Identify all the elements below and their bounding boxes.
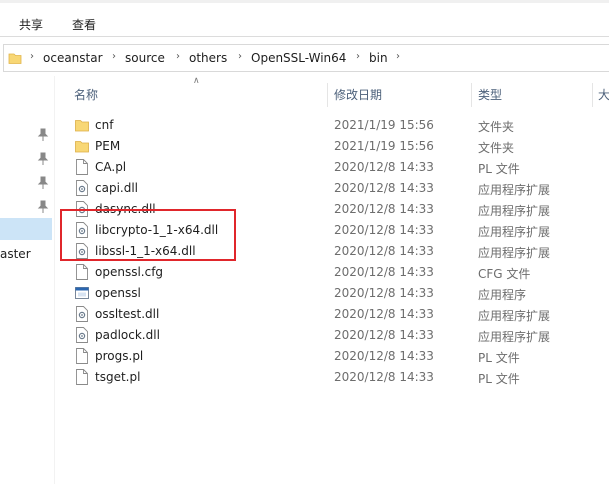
file-type: 应用程序扩展	[478, 183, 551, 197]
file-name: openssl	[95, 286, 141, 300]
file-type: 应用程序扩展	[478, 246, 551, 260]
pane-divider	[54, 76, 55, 484]
file-date: 2020/12/8 14:33	[334, 370, 434, 384]
file-type: 文件夹	[478, 120, 515, 134]
file-row[interactable]: capi.dll 2020/12/8 14:33 应用程序扩展	[66, 178, 609, 199]
tab-share[interactable]: 共享	[19, 16, 43, 33]
chevron-right-icon: ›	[176, 51, 180, 62]
file-row[interactable]: ossltest.dll 2020/12/8 14:33 应用程序扩展	[66, 304, 609, 325]
file-type: 应用程序扩展	[478, 204, 551, 218]
column-separator[interactable]	[327, 83, 328, 107]
nav-selected-item[interactable]	[0, 218, 52, 240]
pin-icon[interactable]	[37, 128, 49, 142]
file-icon	[76, 369, 88, 385]
file-date: 2021/1/19 15:56	[334, 139, 434, 153]
pin-icon[interactable]	[37, 200, 49, 214]
highlight-box	[60, 209, 236, 261]
dll-icon	[76, 327, 88, 343]
pin-icon[interactable]	[37, 152, 49, 166]
pin-icon[interactable]	[37, 176, 49, 190]
file-name: cnf	[95, 118, 114, 132]
file-row[interactable]: cnf 2021/1/19 15:56 文件夹	[66, 115, 609, 136]
file-type: 应用程序	[478, 288, 527, 302]
dll-icon	[76, 180, 88, 196]
file-date: 2020/12/8 14:33	[334, 244, 434, 258]
chevron-right-icon: ›	[356, 51, 360, 62]
file-date: 2021/1/19 15:56	[334, 118, 434, 132]
column-header-type[interactable]: 类型	[478, 86, 502, 103]
exe-icon	[75, 287, 89, 299]
chevron-right-icon: ›	[238, 51, 242, 62]
file-type: PL 文件	[478, 351, 520, 365]
file-row[interactable]: openssl 2020/12/8 14:33 应用程序	[66, 283, 609, 304]
column-separator[interactable]	[471, 83, 472, 107]
file-type: 应用程序扩展	[478, 309, 551, 323]
file-date: 2020/12/8 14:33	[334, 307, 434, 321]
column-separator[interactable]	[592, 83, 593, 107]
file-row[interactable]: CA.pl 2020/12/8 14:33 PL 文件	[66, 157, 609, 178]
file-date: 2020/12/8 14:33	[334, 202, 434, 216]
ribbon: 共享 查看	[0, 3, 609, 37]
file-type: PL 文件	[478, 372, 520, 386]
column-header-size[interactable]: 大	[598, 86, 609, 103]
breadcrumb-bin[interactable]: bin	[369, 51, 388, 65]
file-date: 2020/12/8 14:33	[334, 160, 434, 174]
file-icon	[76, 348, 88, 364]
navigation-pane	[0, 76, 55, 484]
file-name: ossltest.dll	[95, 307, 160, 321]
file-name: openssl.cfg	[95, 265, 164, 279]
folder-icon	[75, 141, 89, 153]
breadcrumb-openssl-win64[interactable]: OpenSSL-Win64	[251, 51, 346, 65]
file-name: capi.dll	[95, 181, 139, 195]
file-date: 2020/12/8 14:33	[334, 286, 434, 300]
file-name: tsget.pl	[95, 370, 141, 384]
address-bar[interactable]: › oceanstar › source › others › OpenSSL-…	[3, 44, 609, 72]
file-date: 2020/12/8 14:33	[334, 328, 434, 342]
file-row[interactable]: tsget.pl 2020/12/8 14:33 PL 文件	[66, 367, 609, 388]
file-name: padlock.dll	[95, 328, 160, 342]
chevron-right-icon: ›	[396, 51, 400, 62]
file-row[interactable]: progs.pl 2020/12/8 14:33 PL 文件	[66, 346, 609, 367]
file-name: progs.pl	[95, 349, 144, 363]
folder-icon	[8, 53, 22, 64]
tab-view[interactable]: 查看	[72, 16, 96, 33]
file-type: 应用程序扩展	[478, 330, 551, 344]
sort-ascending-icon: ∧	[193, 76, 200, 86]
file-icon	[76, 264, 88, 280]
breadcrumb-others[interactable]: others	[189, 51, 227, 65]
dll-icon	[76, 306, 88, 322]
chevron-right-icon: ›	[30, 51, 34, 62]
nav-item-label[interactable]: aster	[0, 247, 31, 261]
file-row[interactable]: openssl.cfg 2020/12/8 14:33 CFG 文件	[66, 262, 609, 283]
file-row[interactable]: PEM 2021/1/19 15:56 文件夹	[66, 136, 609, 157]
file-type: 应用程序扩展	[478, 225, 551, 239]
file-date: 2020/12/8 14:33	[334, 181, 434, 195]
file-type: 文件夹	[478, 141, 515, 155]
chevron-right-icon: ›	[112, 51, 116, 62]
column-header-name[interactable]: 名称	[74, 86, 98, 103]
column-header-date[interactable]: 修改日期	[334, 86, 382, 103]
file-name: PEM	[95, 139, 121, 153]
folder-icon	[75, 120, 89, 132]
breadcrumb-source[interactable]: source	[125, 51, 165, 65]
file-type: PL 文件	[478, 162, 520, 176]
file-icon	[76, 159, 88, 175]
file-name: CA.pl	[95, 160, 127, 174]
file-date: 2020/12/8 14:33	[334, 265, 434, 279]
breadcrumb-oceanstar[interactable]: oceanstar	[43, 51, 103, 65]
file-date: 2020/12/8 14:33	[334, 349, 434, 363]
file-date: 2020/12/8 14:33	[334, 223, 434, 237]
file-row[interactable]: padlock.dll 2020/12/8 14:33 应用程序扩展	[66, 325, 609, 346]
file-type: CFG 文件	[478, 267, 531, 281]
